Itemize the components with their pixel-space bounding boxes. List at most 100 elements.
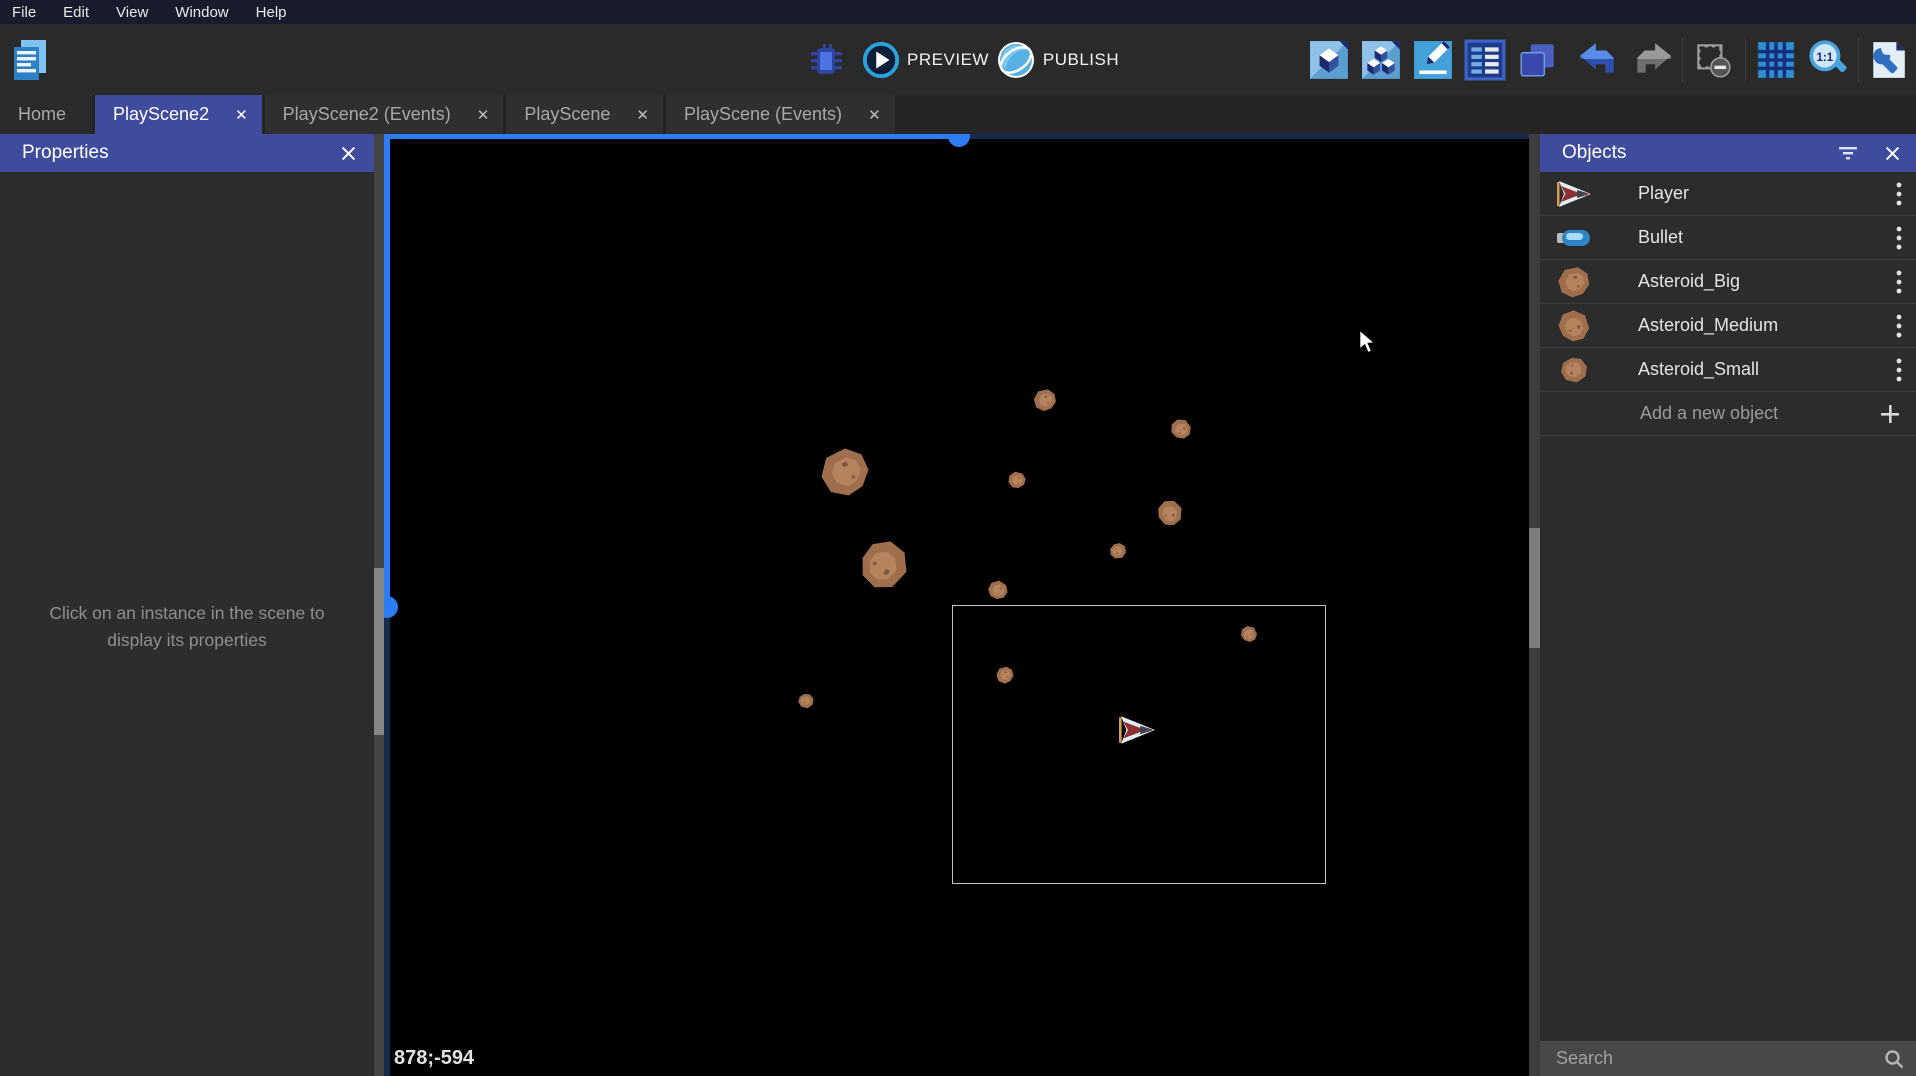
asteroid-instance[interactable]	[822, 449, 869, 496]
toolbar-separator	[1682, 38, 1683, 82]
left-scrollbar-thumb[interactable]	[374, 568, 384, 735]
objects-editor-button[interactable]	[1307, 24, 1351, 95]
menu-edit[interactable]: Edit	[63, 4, 89, 21]
scene-properties-wrench-icon	[1867, 39, 1909, 81]
properties-editor-button[interactable]	[1411, 24, 1455, 95]
object-name: Player	[1638, 183, 1689, 204]
properties-panel-header: Properties	[0, 134, 374, 172]
debugger-button[interactable]	[804, 24, 848, 95]
object-row-asteroid-big[interactable]: Asteroid_Big	[1540, 260, 1916, 304]
deselect-all-button[interactable]	[1691, 24, 1735, 95]
asteroid-instance[interactable]	[1153, 496, 1187, 530]
menu-help[interactable]: Help	[256, 4, 287, 21]
right-scrollbar-thumb[interactable]	[1529, 528, 1540, 648]
object-row-bullet[interactable]: Bullet	[1540, 216, 1916, 260]
publish-button-label-wrap[interactable]: PUBLISH	[1040, 24, 1122, 95]
filter-icon[interactable]	[1839, 146, 1857, 160]
camera-border	[952, 605, 1326, 884]
close-icon[interactable]	[341, 146, 356, 161]
add-object-label: Add a new object	[1640, 403, 1778, 424]
asteroid-instance[interactable]	[854, 535, 914, 595]
objects-panel-header: Objects	[1540, 134, 1916, 172]
objects-search-input[interactable]	[1556, 1048, 1884, 1069]
left-scrollbar[interactable]	[374, 134, 384, 1076]
tab-playscene[interactable]: PlayScene ✕	[506, 95, 663, 134]
menu-window[interactable]: Window	[175, 4, 228, 21]
plus-icon	[1880, 404, 1900, 424]
objects-panel-title: Objects	[1562, 142, 1626, 164]
tab-bar: Home PlayScene2 ✕ PlayScene2 (Events) ✕ …	[0, 95, 1916, 134]
tab-playscene2-events[interactable]: PlayScene2 (Events) ✕	[265, 95, 504, 134]
menu-view[interactable]: View	[116, 4, 148, 21]
tab-label: PlayScene	[524, 104, 610, 125]
tab-label: PlayScene2	[113, 104, 209, 125]
scene-canvas[interactable]: 878;-594	[384, 134, 1529, 1076]
mouse-cursor	[1358, 329, 1378, 355]
zoom-original-button[interactable]: 1:1	[1806, 24, 1850, 95]
asteroid-icon	[1554, 308, 1594, 344]
tab-close-icon[interactable]: ✕	[235, 106, 248, 124]
properties-editor-icon	[1412, 39, 1454, 81]
menu-file[interactable]: File	[12, 4, 36, 21]
object-groups-button[interactable]	[1359, 24, 1403, 95]
properties-panel-title: Properties	[22, 142, 109, 164]
canvas-left-scroll-indicator	[384, 134, 390, 607]
publish-button[interactable]	[996, 24, 1036, 95]
asteroid-instance[interactable]	[1169, 417, 1192, 440]
object-menu-icon[interactable]	[1896, 270, 1902, 294]
tab-label: PlayScene (Events)	[684, 104, 842, 125]
preview-button[interactable]	[862, 24, 900, 95]
canvas-left-scroll-indicator-rest	[384, 607, 390, 1076]
object-name: Bullet	[1638, 227, 1683, 248]
redo-button[interactable]	[1630, 24, 1674, 95]
tab-label: PlayScene2 (Events)	[283, 104, 451, 125]
tab-close-icon[interactable]: ✕	[477, 106, 490, 124]
object-row-asteroid-medium[interactable]: Asteroid_Medium	[1540, 304, 1916, 348]
undo-button[interactable]	[1577, 24, 1621, 95]
scene-properties-button[interactable]	[1866, 24, 1910, 95]
toggle-grid-button[interactable]	[1754, 24, 1798, 95]
project-manager-button[interactable]	[6, 24, 54, 95]
canvas-top-scroll-indicator-rest	[959, 134, 1529, 139]
object-row-player[interactable]: Player	[1540, 172, 1916, 216]
preview-button-label-wrap[interactable]: PREVIEW	[905, 24, 991, 95]
asteroid-instance[interactable]	[1032, 387, 1059, 414]
objects-panel: Objects Player	[1540, 134, 1916, 1076]
asteroid-instance[interactable]	[1005, 468, 1029, 492]
asteroid-instance[interactable]	[985, 577, 1011, 603]
tab-home[interactable]: Home	[0, 95, 92, 134]
object-menu-icon[interactable]	[1896, 226, 1902, 250]
right-scrollbar[interactable]	[1529, 134, 1540, 1076]
grid-icon	[1755, 39, 1797, 81]
object-menu-icon[interactable]	[1896, 358, 1902, 382]
layers-editor-button[interactable]	[1515, 24, 1559, 95]
tab-label: Home	[18, 104, 66, 125]
tab-close-icon[interactable]: ✕	[868, 106, 881, 124]
asteroid-instance[interactable]	[1108, 541, 1129, 562]
search-icon[interactable]	[1884, 1049, 1904, 1069]
player-ship-icon	[1554, 176, 1594, 212]
object-name: Asteroid_Small	[1638, 359, 1759, 380]
tab-playscene2[interactable]: PlayScene2 ✕	[95, 95, 262, 134]
toolbar-separator	[1858, 38, 1859, 82]
object-name: Asteroid_Big	[1638, 271, 1740, 292]
undo-icon	[1578, 41, 1620, 79]
cursor-coordinates: 878;-594	[394, 1047, 474, 1070]
tab-playscene-events[interactable]: PlayScene (Events) ✕	[666, 95, 895, 134]
project-manager-icon	[10, 38, 50, 82]
add-object-button[interactable]: Add a new object	[1540, 392, 1916, 436]
preview-label: PREVIEW	[907, 50, 989, 70]
asteroid-instance[interactable]	[795, 690, 816, 711]
object-menu-icon[interactable]	[1896, 314, 1902, 338]
asteroid-icon	[1554, 352, 1594, 388]
close-icon[interactable]	[1885, 146, 1900, 161]
bullet-icon	[1554, 220, 1594, 256]
object-menu-icon[interactable]	[1896, 182, 1902, 206]
properties-empty-message: Click on an instance in the scene to dis…	[0, 600, 374, 654]
object-row-asteroid-small[interactable]: Asteroid_Small	[1540, 348, 1916, 392]
redo-icon	[1631, 41, 1673, 79]
tab-close-icon[interactable]: ✕	[636, 106, 649, 124]
instances-list-icon	[1464, 39, 1506, 81]
instances-list-button[interactable]	[1463, 24, 1507, 95]
canvas-top-scroll-indicator	[384, 134, 959, 139]
